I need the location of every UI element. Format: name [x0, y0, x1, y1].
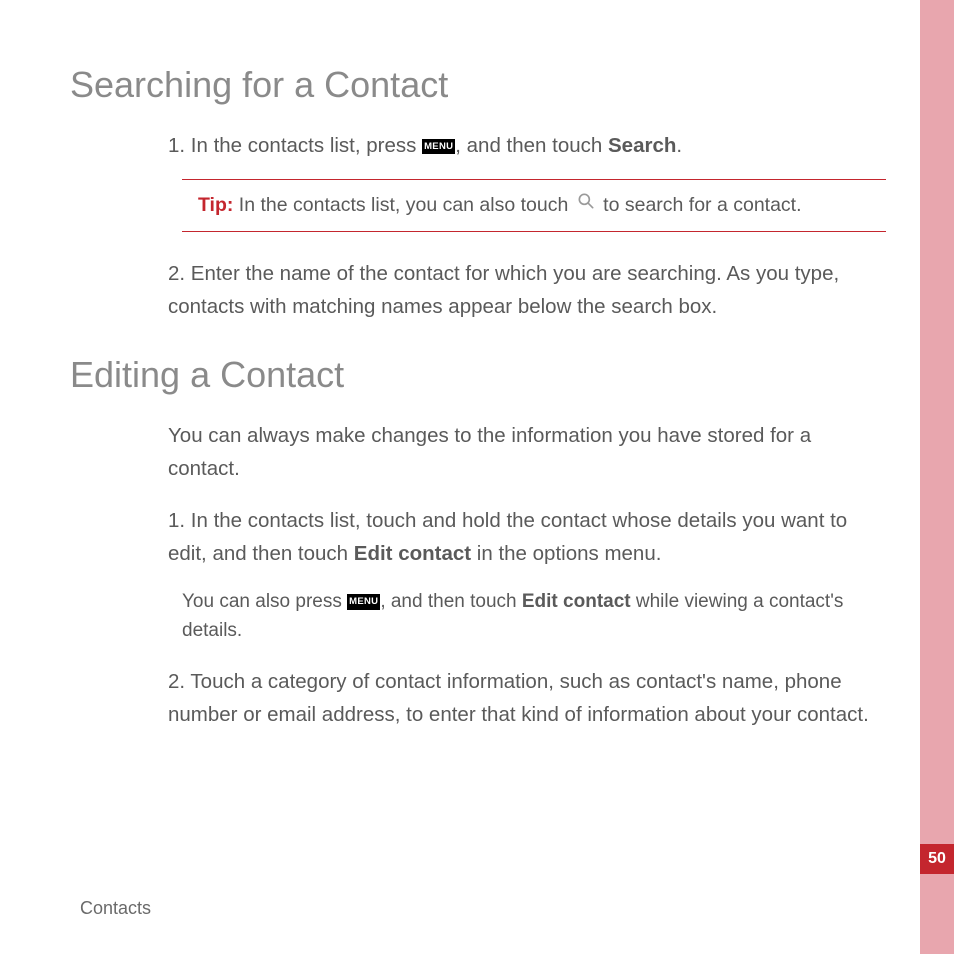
section2-intro: You can always make changes to the infor… [168, 420, 886, 486]
menu-key-icon: MENU [422, 139, 455, 155]
section2-body: You can always make changes to the infor… [168, 420, 886, 732]
text: . [676, 134, 682, 157]
section1-step2: 2. Enter the name of the contact for whi… [168, 258, 886, 324]
page-content: Searching for a Contact 1. In the contac… [0, 0, 920, 731]
tip-callout: Tip: In the contacts list, you can also … [182, 179, 886, 232]
tip-label: Tip: [198, 194, 233, 216]
section2-step1: 1. In the contacts list, touch and hold … [168, 505, 886, 571]
text: , and then touch [380, 591, 522, 612]
text: , and then touch [455, 134, 608, 157]
page-number: 50 [920, 844, 954, 874]
edit-contact-bold: Edit contact [522, 591, 631, 612]
tip-text-a: In the contacts list, you can also touch [233, 194, 573, 216]
edit-contact-bold: Edit contact [354, 542, 471, 565]
search-bold: Search [608, 134, 676, 157]
text: You can also press [182, 591, 347, 612]
sidebar-stripe [920, 0, 954, 954]
text: 1. In the contacts list, press [168, 134, 422, 157]
tip-text-b: to search for a contact. [598, 194, 802, 216]
heading-editing: Editing a Contact [70, 354, 886, 396]
text: in the options menu. [471, 542, 661, 565]
magnifier-icon [576, 190, 596, 221]
section1-body: 1. In the contacts list, press MENU, and… [168, 130, 886, 324]
menu-key-icon: MENU [347, 594, 380, 610]
section2-note: You can also press MENU, and then touch … [182, 587, 886, 646]
footer-section-label: Contacts [80, 898, 151, 919]
heading-searching: Searching for a Contact [70, 64, 886, 106]
section2-step2: 2. Touch a category of contact informati… [168, 666, 886, 732]
section1-step1: 1. In the contacts list, press MENU, and… [168, 130, 886, 163]
